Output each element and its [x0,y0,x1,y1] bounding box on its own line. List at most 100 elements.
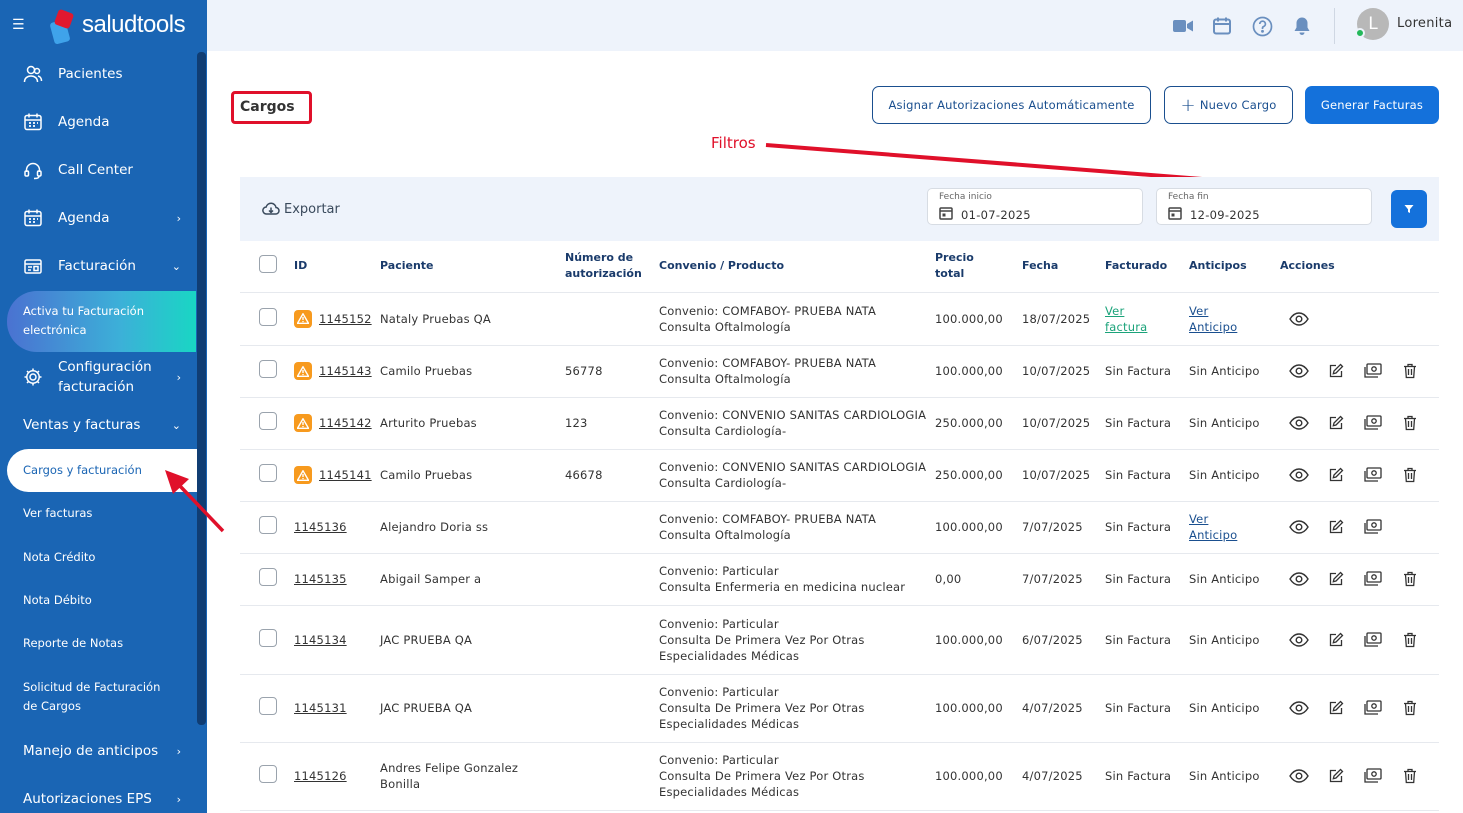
export-button[interactable]: Exportar [262,201,340,217]
trash-icon[interactable] [1391,632,1428,648]
actions-cell [1280,742,1439,811]
cell-line: Consulta Oftalmología [659,528,791,542]
row-checkbox[interactable] [259,307,277,326]
payment-icon[interactable] [1354,631,1391,648]
charge-id-link[interactable]: 1145135 [294,571,347,587]
view-advance-link[interactable]: Ver Anticipo [1189,303,1280,335]
select-all-checkbox[interactable] [259,254,277,273]
view-icon[interactable] [1280,572,1317,586]
column-header-price[interactable]: Precio total [935,241,1022,293]
column-header-id[interactable]: ID [286,241,380,293]
charge-id-link[interactable]: 1145136 [294,519,347,535]
payment-icon[interactable] [1354,571,1391,587]
trash-icon[interactable] [1391,363,1428,379]
end-date-field[interactable]: Fecha fin 12-09-2025 [1156,188,1372,225]
advances-cell: Sin Anticipo [1189,605,1280,675]
actions-cell [1280,501,1439,554]
row-actions [1280,311,1439,326]
edit-icon[interactable] [1317,571,1354,587]
charge-id-link[interactable]: 1145141 [319,467,372,483]
row-checkbox[interactable] [259,516,277,534]
row-checkbox[interactable] [259,360,277,378]
view-icon[interactable] [1280,468,1317,482]
charge-id-link[interactable]: 1145131 [294,700,347,716]
row-actions [1280,631,1439,648]
row-actions [1280,415,1439,431]
advances-cell: Sin Anticipo [1189,553,1280,606]
trash-icon[interactable] [1391,700,1428,716]
edit-icon[interactable] [1317,519,1354,535]
column-header-date[interactable]: Fecha [1022,241,1105,293]
cell-line: Sin Factura [1105,520,1172,534]
payment-icon[interactable] [1354,363,1391,379]
column-header-billed[interactable]: Facturado [1105,241,1189,293]
calendar-icon [939,207,953,220]
advances-cell[interactable]: Ver Anticipo [1189,292,1280,346]
table-row: 1145126 Andres Felipe Gonzalez Bonilla Conv… [240,742,1439,811]
column-header-authorization[interactable]: Número de autorización [565,241,659,293]
trash-icon[interactable] [1391,467,1428,483]
charge-id-link[interactable]: 1145143 [319,363,372,379]
authorization-cell [565,292,659,346]
price-cell: 100.000,00 [935,742,1022,811]
actions-cell [1280,674,1439,743]
charge-id-link[interactable]: 1145142 [319,415,372,431]
billed-cell: Sin Factura [1105,501,1189,554]
row-checkbox[interactable] [259,628,277,647]
id-container: 1145135 [286,571,380,587]
payment-icon[interactable] [1354,700,1391,716]
row-checkbox[interactable] [259,464,277,482]
payment-icon[interactable] [1354,519,1391,535]
advances-cell[interactable]: Ver Anticipo [1189,501,1280,554]
row-checkbox[interactable] [259,568,277,586]
trash-icon[interactable] [1391,571,1428,587]
agreement-cell: Convenio: Particular Consulta De Primera … [659,605,935,675]
billed-cell[interactable]: Ver factura [1105,292,1189,346]
view-icon[interactable] [1280,520,1317,534]
view-icon[interactable] [1280,416,1317,430]
id-container: 1145134 [286,632,380,648]
row-checkbox[interactable] [259,412,277,430]
id-cell: 1145136 [286,501,380,554]
charge-id-link[interactable]: 1145152 [319,311,372,327]
payment-icon[interactable] [1354,768,1391,784]
view-icon[interactable] [1280,632,1317,647]
edit-icon[interactable] [1317,700,1354,716]
cell-line: Convenio: CONVENIO SANITAS CARDIOLOGIA [659,408,927,422]
column-header-advances[interactable]: Anticipos [1189,241,1280,293]
charge-id-link[interactable]: 1145126 [294,768,347,784]
filter-button[interactable] [1391,190,1427,228]
table-row: 1145141 Camilo Pruebas 46678 Convenio: CONV… [240,449,1439,502]
column-header-agreement[interactable]: Convenio / Producto [659,241,935,293]
id-cell: 1145135 [286,553,380,606]
cell-line: Sin Anticipo [1189,572,1260,586]
edit-icon[interactable] [1317,363,1354,379]
view-icon[interactable] [1280,701,1317,715]
row-checkbox[interactable] [259,697,277,715]
charge-id-link[interactable]: 1145134 [294,632,347,648]
payment-icon[interactable] [1354,467,1391,483]
cell-line: Convenio: COMFABOY- PRUEBA NATA [659,512,877,526]
price-cell: 100.000,00 [935,605,1022,675]
select-cell [240,501,286,554]
patient-cell: Abigail Samper a [380,553,565,606]
trash-icon[interactable] [1391,768,1428,784]
column-header-patient[interactable]: Paciente [380,241,565,293]
billed-cell: Sin Factura [1105,553,1189,606]
edit-icon[interactable] [1317,632,1354,648]
edit-icon[interactable] [1317,768,1354,784]
billed-cell: Sin Factura [1105,397,1189,450]
edit-icon[interactable] [1317,415,1354,431]
start-date-field[interactable]: Fecha inicio 01-07-2025 [927,188,1143,225]
payment-icon[interactable] [1354,415,1391,431]
table-row: 1145135 Abigail Samper a Convenio: Particu… [240,553,1439,606]
edit-icon[interactable] [1317,467,1354,483]
view-icon[interactable] [1280,769,1317,783]
view-icon[interactable] [1280,311,1317,326]
view-icon[interactable] [1280,364,1317,378]
trash-icon[interactable] [1391,415,1428,431]
row-checkbox[interactable] [259,765,277,783]
view-invoice-link[interactable]: Ver factura [1105,303,1189,335]
advances-cell: Sin Anticipo [1189,742,1280,811]
view-advance-link[interactable]: Ver Anticipo [1189,511,1280,543]
